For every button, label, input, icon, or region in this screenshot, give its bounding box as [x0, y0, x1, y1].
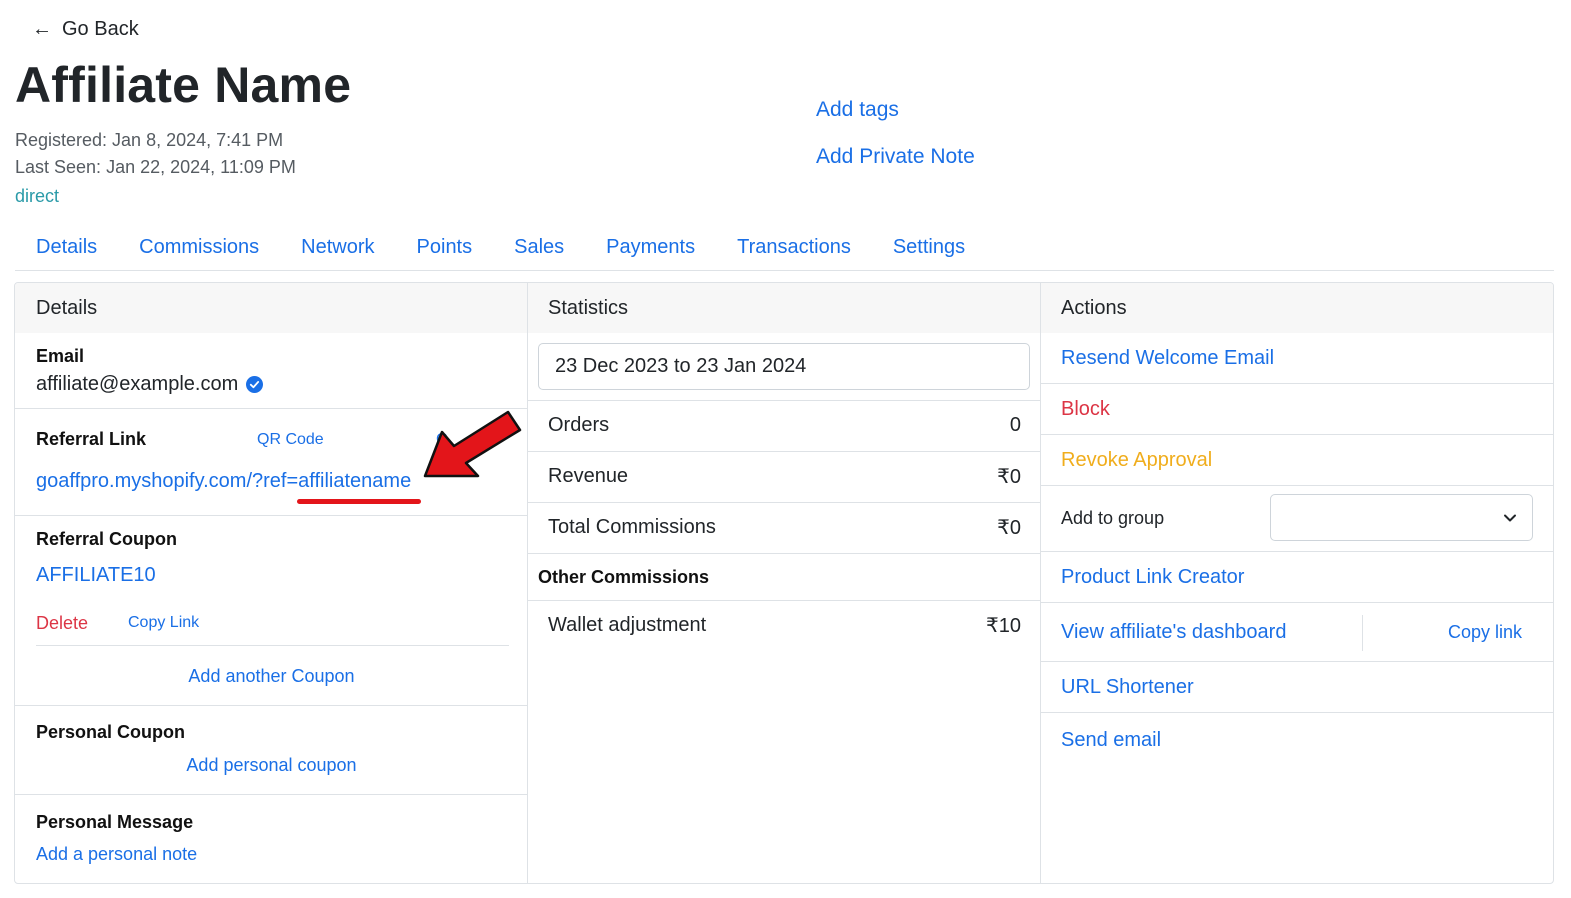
verified-check-icon [246, 376, 264, 393]
email-value: affiliate@example.com [36, 373, 239, 395]
tab-network[interactable]: Network [280, 226, 395, 270]
add-personal-note-link[interactable]: Add a personal note [36, 844, 197, 865]
stat-label: Orders [548, 414, 610, 436]
personal-coupon-section: Personal Coupon Add personal coupon [15, 706, 527, 795]
add-tags-link[interactable]: Add tags [816, 98, 899, 122]
go-back-label: Go Back [62, 18, 139, 40]
source-tag: direct [15, 186, 60, 206]
panels: Details Email affiliate@example.com Refe… [14, 282, 1554, 884]
other-commissions-heading: Other Commissions [528, 553, 1041, 600]
registered-date: Registered: Jan 8, 2024, 7:41 PM [15, 130, 284, 150]
date-range-picker[interactable]: 23 Dec 2023 to 23 Jan 2024 [538, 343, 1030, 390]
email-section: Email affiliate@example.com [15, 333, 527, 409]
personal-message-section: Personal Message Add a personal note [15, 795, 527, 883]
statistics-heading: Statistics [528, 283, 1040, 333]
last-seen-date: Last Seen: Jan 22, 2024, 11:09 PM [15, 157, 296, 177]
view-dashboard-row: View affiliate's dashboard Copy link [1041, 603, 1553, 662]
block-button[interactable]: Block [1041, 384, 1553, 435]
actions-panel: Actions Resend Welcome Email Block Revok… [1041, 283, 1553, 883]
referral-link[interactable]: goaffpro.myshopify.com/?ref=affiliatenam… [36, 470, 411, 493]
stat-row-orders: Orders 0 [528, 400, 1041, 450]
url-shortener-button[interactable]: URL Shortener [1041, 662, 1553, 713]
actions-heading: Actions [1041, 283, 1553, 333]
copy-coupon-link-button[interactable]: Copy Link [128, 614, 199, 632]
add-to-group-row: Add to group [1041, 486, 1553, 552]
send-email-button[interactable]: Send email [1041, 713, 1553, 767]
add-personal-coupon-link[interactable]: Add personal coupon [15, 755, 528, 776]
statistics-panel: Statistics 23 Dec 2023 to 23 Jan 2024 Or… [528, 283, 1041, 883]
group-select[interactable] [1270, 494, 1533, 541]
chevron-down-icon [1504, 514, 1516, 522]
tab-commissions[interactable]: Commissions [118, 226, 280, 270]
tab-transactions[interactable]: Transactions [716, 226, 872, 270]
arrow-left-icon: ← [32, 18, 52, 40]
add-to-group-label: Add to group [1061, 508, 1165, 528]
stat-value: ₹10 [986, 615, 1021, 637]
add-private-note-link[interactable]: Add Private Note [816, 145, 975, 169]
tab-points[interactable]: Points [396, 226, 494, 270]
revoke-approval-button[interactable]: Revoke Approval [1041, 435, 1553, 486]
copy-dashboard-link[interactable]: Copy link [1448, 622, 1522, 643]
details-heading: Details [15, 283, 527, 333]
referral-coupon-label: Referral Coupon [36, 529, 178, 549]
coupon-divider [36, 645, 509, 646]
stat-value: ₹0 [997, 517, 1021, 539]
view-dashboard-link[interactable]: View affiliate's dashboard [1061, 621, 1286, 644]
stat-label: Revenue [548, 465, 629, 487]
stat-row-total-commissions: Total Commissions ₹0 [528, 502, 1041, 552]
tab-bar: Details Commissions Network Points Sales… [15, 226, 1554, 271]
details-panel: Details Email affiliate@example.com Refe… [15, 283, 528, 883]
stat-value: ₹0 [997, 466, 1021, 488]
qr-code-link[interactable]: QR Code [257, 431, 324, 449]
product-link-creator-button[interactable]: Product Link Creator [1041, 552, 1553, 603]
personal-message-label: Personal Message [36, 812, 194, 832]
stat-row-revenue: Revenue ₹0 [528, 451, 1041, 501]
stat-value: 0 [1009, 414, 1021, 436]
stat-row-wallet-adjustment: Wallet adjustment ₹10 [528, 600, 1041, 650]
annotation-underline [297, 499, 421, 504]
go-back-link[interactable]: ← Go Back [32, 18, 139, 41]
tab-sales[interactable]: Sales [493, 226, 585, 270]
tab-settings[interactable]: Settings [872, 226, 986, 270]
annotation-arrow-icon [423, 410, 522, 478]
personal-coupon-label: Personal Coupon [36, 722, 186, 742]
stat-label: Wallet adjustment [548, 614, 707, 636]
coupon-code[interactable]: AFFILIATE10 [36, 564, 156, 587]
email-label: Email [36, 346, 85, 366]
delete-coupon-button[interactable]: Delete [36, 613, 88, 634]
tab-details[interactable]: Details [15, 226, 118, 270]
resend-welcome-email-button[interactable]: Resend Welcome Email [1041, 333, 1553, 384]
stat-label: Total Commissions [548, 516, 716, 538]
page-title: Affiliate Name [15, 57, 352, 113]
referral-coupon-section: Referral Coupon AFFILIATE10 Delete Copy … [15, 516, 527, 706]
add-another-coupon-link[interactable]: Add another Coupon [15, 666, 528, 687]
row-divider [1362, 615, 1363, 651]
tab-payments[interactable]: Payments [585, 226, 716, 270]
referral-link-label: Referral Link [36, 429, 147, 449]
